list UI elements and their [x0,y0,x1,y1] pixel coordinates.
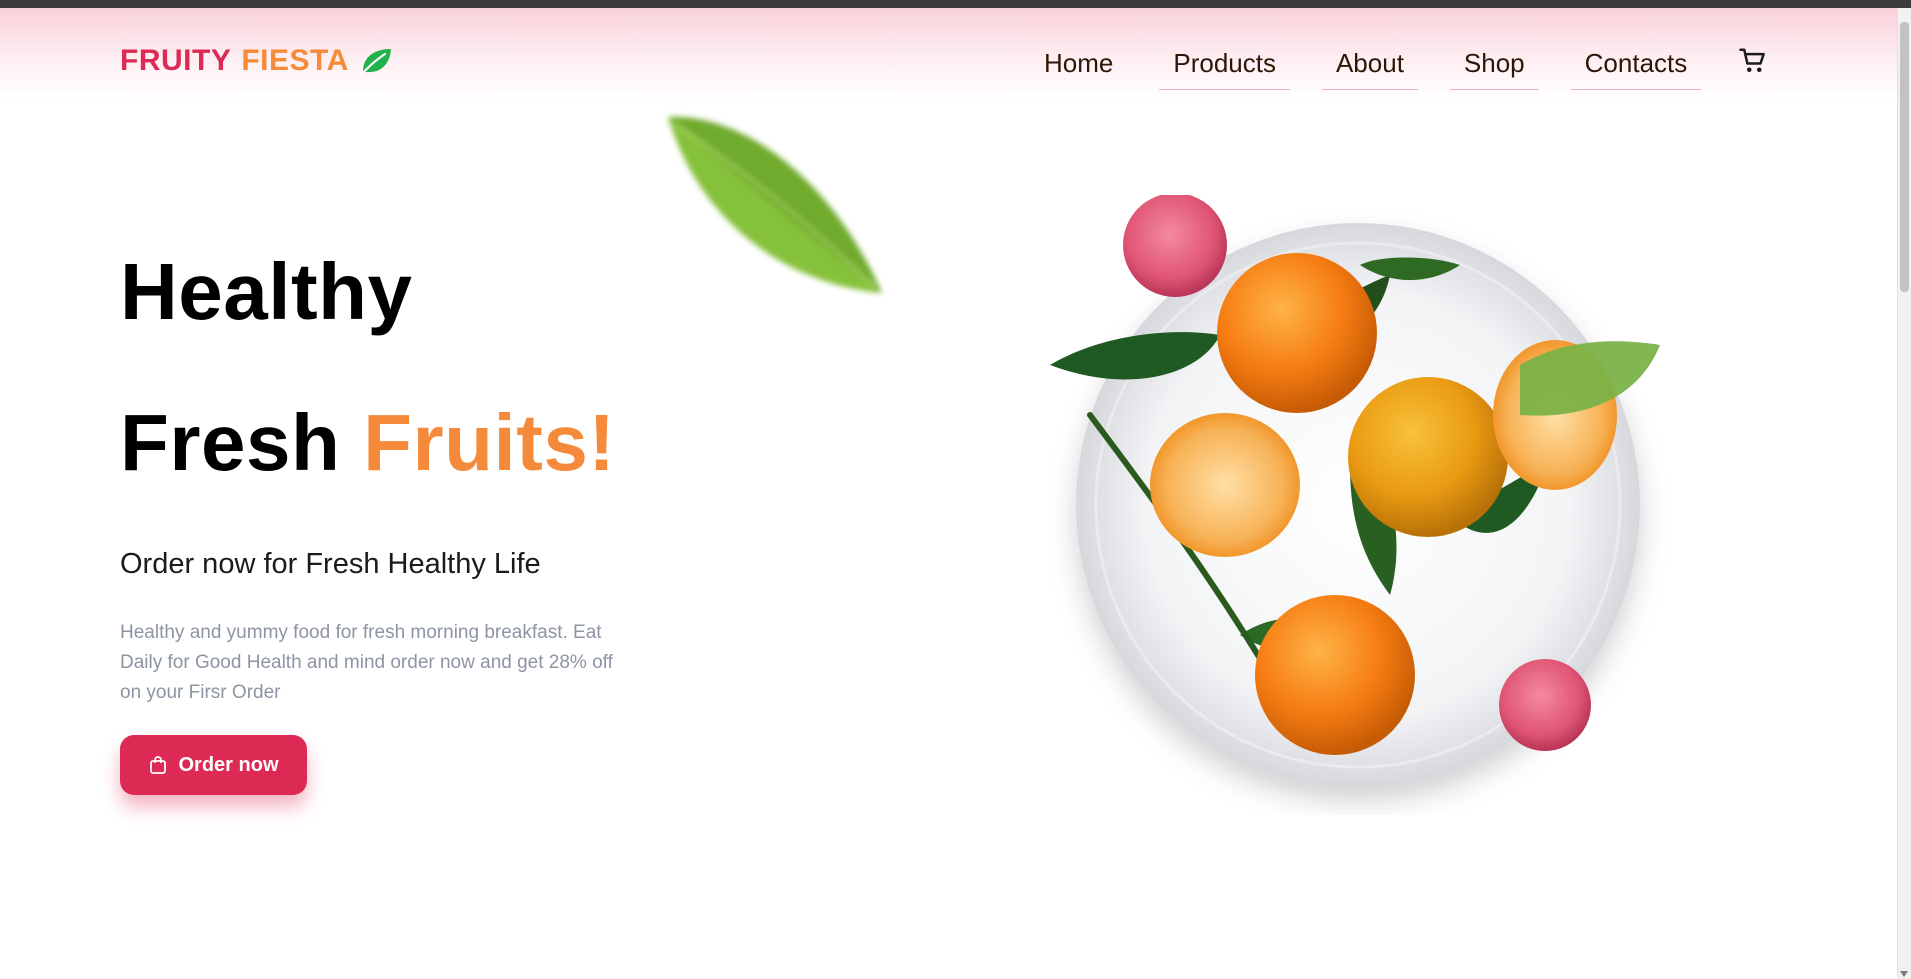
hero-subtitle: Order now for Fresh Healthy Life [120,548,541,580]
nav-contacts[interactable]: Contacts [1570,48,1702,90]
cart-icon[interactable] [1738,46,1768,76]
hero-title-word-fresh: Fresh [120,398,341,487]
order-now-label: Order now [178,753,279,776]
page-scrollbar[interactable] [1897,8,1911,979]
scroll-down-arrow[interactable] [1900,971,1908,977]
browser-top-strip [0,0,1911,8]
fruit-plate-image [1050,195,1660,787]
hero-title-line2: Fresh Fruits! [120,403,615,483]
main-nav: Home Products About Shop Contacts [1030,48,1733,90]
brand-word-fruity: FRUITY [120,44,232,77]
leaf-icon [359,49,391,76]
floating-leaf-decoration [668,116,882,293]
scrollbar-thumb[interactable] [1900,22,1909,292]
nav-products[interactable]: Products [1159,48,1290,90]
shopping-bag-icon [150,756,167,774]
site-header: FRUITY FIESTA Home Products About Shop C… [0,8,1898,100]
hero-description: Healthy and yummy food for fresh morning… [120,622,613,703]
hero-title-accent: Fruits! [363,398,616,487]
brand-word-fiesta: FIESTA [241,44,349,77]
hero-title-line1: Healthy [120,247,413,336]
brand-logo[interactable]: FRUITY FIESTA [120,44,393,78]
nav-home[interactable]: Home [1030,48,1127,89]
order-now-button[interactable]: Order now [120,735,307,795]
nav-about[interactable]: About [1321,48,1418,90]
nav-shop[interactable]: Shop [1449,48,1539,90]
